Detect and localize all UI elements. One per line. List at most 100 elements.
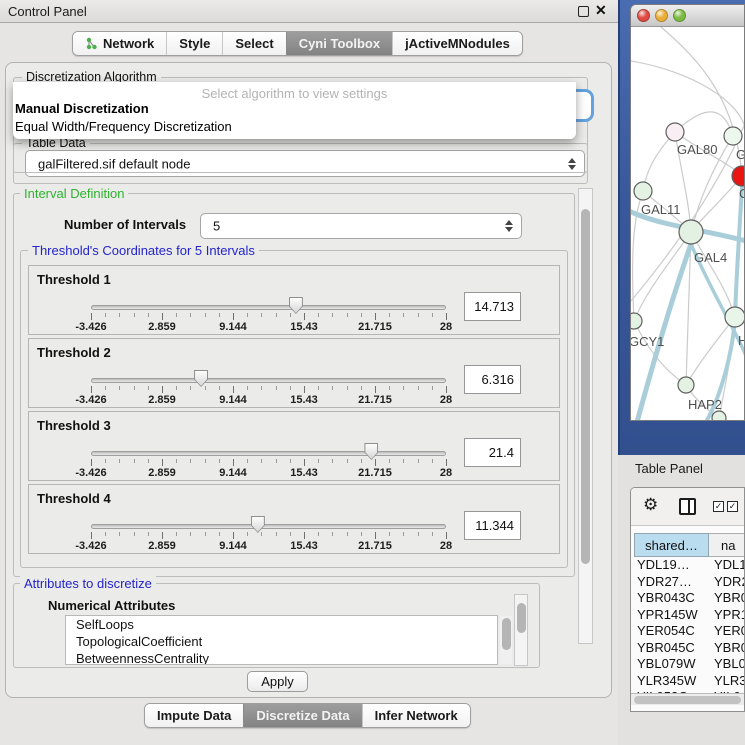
slider-tick bbox=[304, 532, 305, 539]
zoom-traffic-light-icon[interactable] bbox=[673, 9, 686, 22]
tab-style[interactable]: Style bbox=[166, 32, 222, 55]
slider-tick-label: 21.715 bbox=[345, 467, 405, 479]
node-table-window[interactable]: ⚙ ✓ ✓ shared… na YDL19…YDL1YDR27…YDR2YBR… bbox=[630, 487, 745, 712]
table-row[interactable]: YDR27…YDR2 bbox=[634, 574, 745, 591]
numerical-attributes-list[interactable]: SelfLoopsTopologicalCoefficientBetweenne… bbox=[65, 615, 498, 665]
table-row[interactable]: YDL19…YDL1 bbox=[634, 557, 745, 574]
node-h[interactable] bbox=[725, 307, 745, 327]
scrollbar-thumb[interactable] bbox=[517, 603, 526, 633]
node-hap2[interactable] bbox=[678, 377, 694, 393]
scrollbar-thumb[interactable] bbox=[502, 618, 511, 650]
table-cell[interactable]: YDL1 bbox=[709, 557, 745, 574]
table-row[interactable]: YPR145WYPR1 bbox=[634, 607, 745, 624]
table-row[interactable]: YBR043CYBR0 bbox=[634, 590, 745, 607]
network-window-titlebar[interactable] bbox=[631, 5, 744, 27]
tab-network[interactable]: Network bbox=[73, 32, 166, 55]
table-row[interactable]: YBL079WYBL0 bbox=[634, 656, 745, 673]
tab-select[interactable]: Select bbox=[222, 32, 285, 55]
node-gcy1[interactable] bbox=[631, 313, 642, 329]
slider-tick bbox=[389, 313, 390, 317]
slider-tick bbox=[332, 532, 333, 536]
attribute-item[interactable]: SelfLoops bbox=[66, 616, 497, 633]
tab-impute-data[interactable]: Impute Data bbox=[145, 704, 243, 727]
scrollbar-thumb[interactable] bbox=[581, 209, 590, 564]
tab-discretize-data[interactable]: Discretize Data bbox=[243, 704, 361, 727]
slider-track[interactable] bbox=[91, 378, 446, 383]
table-cell[interactable]: YBR045C bbox=[634, 640, 709, 657]
network-canvas[interactable]: GAL80 GA C GAL11 GAL4 GCY1 H HAP2 bbox=[631, 27, 745, 421]
table-cell[interactable]: YBR043C bbox=[634, 590, 709, 607]
unselect-all-checkbox-icon[interactable]: ✓ bbox=[727, 501, 738, 512]
slider-tick bbox=[318, 386, 319, 390]
number-of-intervals-combobox[interactable]: 5 bbox=[200, 213, 522, 239]
algorithm-option-manual[interactable]: Manual Discretization bbox=[13, 100, 576, 118]
close-icon[interactable]: ✕ bbox=[595, 2, 607, 19]
table-row[interactable]: YBR045CYBR0 bbox=[634, 640, 745, 657]
slider-track[interactable] bbox=[91, 524, 446, 529]
table-cell[interactable]: YDL19… bbox=[634, 557, 709, 574]
node-top-right[interactable] bbox=[724, 127, 742, 145]
column-header-name[interactable]: na bbox=[709, 533, 745, 557]
close-traffic-light-icon[interactable] bbox=[637, 9, 650, 22]
threshold-value-field[interactable]: 11.344 bbox=[464, 511, 521, 540]
tab-jactivemnodules[interactable]: jActiveMNodules bbox=[392, 32, 522, 55]
table-cell[interactable]: YLR345W bbox=[634, 673, 709, 690]
tab-label: Select bbox=[235, 36, 273, 51]
table-cell[interactable]: YDR2 bbox=[709, 574, 745, 591]
main-vertical-scrollbar[interactable] bbox=[578, 188, 593, 644]
tab-label: Impute Data bbox=[157, 708, 231, 723]
node-label: GAL4 bbox=[694, 250, 727, 265]
slider-tick bbox=[105, 386, 106, 390]
slider-thumb[interactable] bbox=[364, 443, 378, 460]
tab-cyni-toolbox[interactable]: Cyni Toolbox bbox=[286, 32, 392, 55]
table-cell[interactable]: YBL079W bbox=[634, 656, 709, 673]
slider-tick bbox=[119, 386, 120, 390]
table-horizontal-scrollbar[interactable] bbox=[631, 693, 744, 705]
slider-thumb[interactable] bbox=[194, 370, 208, 387]
node-gal4[interactable] bbox=[679, 220, 703, 244]
slider-track[interactable] bbox=[91, 451, 446, 456]
slider-tick-label: 15.43 bbox=[274, 394, 334, 406]
scrollbar-thumb[interactable] bbox=[634, 696, 741, 704]
table-cell[interactable]: YBR0 bbox=[709, 640, 745, 657]
threshold-value-field[interactable]: 21.4 bbox=[464, 438, 521, 467]
node-bottom[interactable] bbox=[712, 411, 726, 421]
apply-button[interactable]: Apply bbox=[247, 671, 308, 692]
threshold-value-field[interactable]: 6.316 bbox=[464, 365, 521, 394]
table-cell[interactable]: YBR0 bbox=[709, 590, 745, 607]
table-cell[interactable]: YBL0 bbox=[709, 656, 745, 673]
float-window-icon[interactable] bbox=[578, 6, 589, 17]
slider-tick bbox=[162, 532, 163, 539]
network-graph: GAL80 GA C GAL11 GAL4 GCY1 H HAP2 bbox=[631, 27, 745, 421]
attributes-pane-scrollbar[interactable] bbox=[514, 594, 528, 666]
table-cell[interactable]: YLR3 bbox=[709, 673, 745, 690]
minimize-traffic-light-icon[interactable] bbox=[655, 9, 668, 22]
table-row[interactable]: YLR345WYLR3 bbox=[634, 673, 745, 690]
slider-thumb[interactable] bbox=[289, 297, 303, 314]
table-cell[interactable]: YPR145W bbox=[634, 607, 709, 624]
slider-tick bbox=[219, 532, 220, 536]
network-view-window[interactable]: GAL80 GA C GAL11 GAL4 GCY1 H HAP2 bbox=[630, 4, 745, 421]
slider-tick bbox=[91, 313, 92, 320]
node-gal80[interactable] bbox=[666, 123, 684, 141]
node-label: GAL80 bbox=[677, 142, 717, 157]
slider-track[interactable] bbox=[91, 305, 446, 310]
threshold-value-field[interactable]: 14.713 bbox=[464, 292, 521, 321]
table-row[interactable]: YER054CYER0 bbox=[634, 623, 745, 640]
algorithm-option-equal-width[interactable]: Equal Width/Frequency Discretization bbox=[13, 118, 576, 136]
column-header-shared-name[interactable]: shared… bbox=[634, 533, 709, 557]
table-cell[interactable]: YPR1 bbox=[709, 607, 745, 624]
select-all-checkbox-icon[interactable]: ✓ bbox=[713, 501, 724, 512]
attribute-item[interactable]: TopologicalCoefficient bbox=[66, 633, 497, 650]
attribute-item[interactable]: BetweennessCentrality bbox=[66, 650, 497, 665]
gear-icon[interactable]: ⚙ bbox=[643, 495, 658, 515]
tab-infer-network[interactable]: Infer Network bbox=[362, 704, 470, 727]
table-cell[interactable]: YER0 bbox=[709, 623, 745, 640]
slider-tick bbox=[361, 459, 362, 463]
slider-thumb[interactable] bbox=[251, 516, 265, 533]
table-cell[interactable]: YDR27… bbox=[634, 574, 709, 591]
table-cell[interactable]: YER054C bbox=[634, 623, 709, 640]
node-gal11[interactable] bbox=[634, 182, 652, 200]
attributes-list-scrollbar[interactable] bbox=[500, 616, 512, 664]
columns-icon[interactable] bbox=[679, 498, 696, 515]
